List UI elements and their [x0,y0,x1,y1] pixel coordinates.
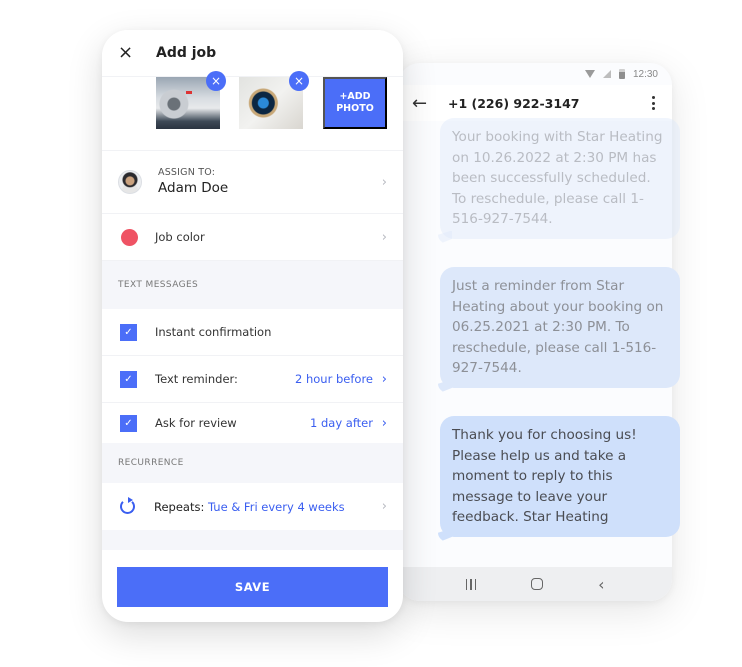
ask-for-review-row[interactable]: ✓ Ask for review 1 day after › [102,403,403,443]
battery-icon [618,69,625,79]
wifi-icon [584,70,595,78]
text-reminder-checkbox[interactable]: ✓ [120,370,137,388]
signal-icon [602,70,611,78]
remove-photo-icon[interactable]: × [289,71,309,91]
repeats-value: Tue & Fri every 4 weeks [208,499,345,514]
chevron-right-icon: › [381,499,387,514]
more-options-icon[interactable] [648,96,658,110]
avatar [118,170,142,194]
assign-text: ASSIGN TO: Adam Doe [158,167,228,196]
sms-header: ← +1 (226) 922-3147 [398,85,672,121]
message-bubble-confirmation: Your booking with Star Heating on 10.26.… [440,118,680,239]
add-photo-button[interactable]: +ADD PHOTO [323,77,387,129]
close-icon[interactable]: × [118,44,156,62]
status-time: 12:30 [632,68,658,80]
nav-back-icon[interactable]: ‹ [598,575,604,594]
text-reminder-value[interactable]: 2 hour before [295,372,373,386]
instant-confirmation-label: Instant confirmation [155,325,272,339]
ask-for-review-checkbox[interactable]: ✓ [120,414,137,432]
ask-for-review-label: Ask for review [155,416,237,430]
chevron-right-icon: › [381,371,387,387]
instant-confirmation-checkbox[interactable]: ✓ [120,323,137,341]
repeat-icon [120,497,135,514]
message-bubble-reminder: Just a reminder from Star Heating about … [440,267,680,388]
page-title: Add job [156,45,217,61]
job-color-row[interactable]: Job color › [102,214,403,261]
air-conditioner-photo[interactable]: × [156,71,226,129]
thermostat-photo[interactable]: × [239,71,309,129]
status-bar: 12:30 [398,63,672,85]
chevron-right-icon: › [381,229,387,245]
chevron-right-icon: › [381,174,387,190]
recurrence-section-header: RECURRENCE [102,443,403,483]
remove-photo-icon[interactable]: × [206,71,226,91]
section-spacer [102,530,403,550]
instant-confirmation-row[interactable]: ✓ Instant confirmation [102,309,403,356]
text-messages-section-header: TEXT MESSAGES [102,261,403,309]
repeats-text: Repeats: Tue & Fri every 4 weeks [154,500,345,514]
android-nav-bar: ‹ [398,567,672,601]
add-job-header: × Add job [102,30,403,77]
home-icon[interactable] [531,578,544,590]
repeats-label: Repeats: [154,499,205,514]
repeats-row[interactable]: Repeats: Tue & Fri every 4 weeks › [102,483,403,530]
assign-label: ASSIGN TO: [158,167,216,178]
contact-phone-number: +1 (226) 922-3147 [448,95,580,111]
chevron-right-icon: › [381,415,387,431]
photo-strip: × × +ADD PHOTO [102,71,403,151]
assignee-name: Adam Doe [158,180,229,196]
add-job-phone: × Add job × × +ADD PHOTO ASSIGN TO: Adam… [102,30,403,622]
assign-to-row[interactable]: ASSIGN TO: Adam Doe › [102,151,403,214]
save-button[interactable]: SAVE [117,567,388,607]
text-reminder-label: Text reminder: [155,372,238,386]
job-color-label: Job color [155,230,205,244]
message-bubble-review: Thank you for choosing us! Please help u… [440,416,680,537]
text-reminder-row[interactable]: ✓ Text reminder: 2 hour before › [102,356,403,403]
recents-icon[interactable] [465,578,477,590]
ask-for-review-value[interactable]: 1 day after [310,416,373,430]
back-arrow-icon[interactable]: ← [412,93,448,114]
job-color-swatch [121,228,138,246]
